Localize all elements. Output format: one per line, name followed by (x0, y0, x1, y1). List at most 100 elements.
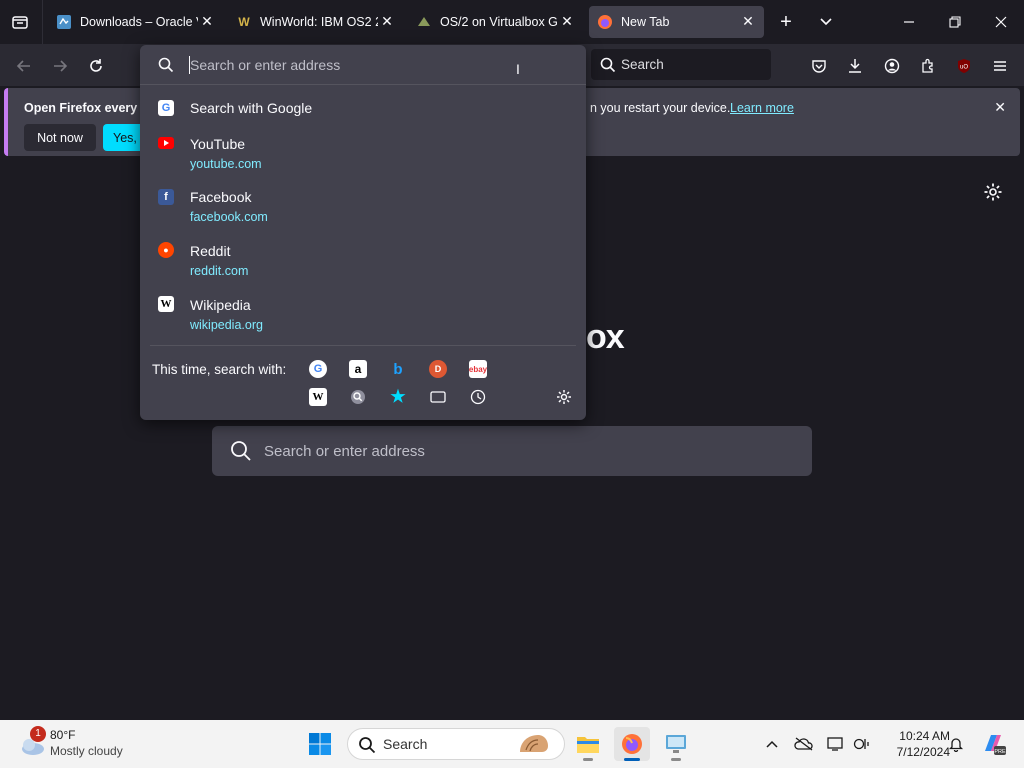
svg-text:PRE: PRE (994, 749, 1006, 755)
settings-gear-icon[interactable] (983, 182, 1003, 205)
search-icon (600, 57, 616, 76)
suggestion-name: Reddit (190, 243, 231, 259)
tab-title: OS/2 on Virtualbox Guide (440, 15, 558, 29)
toolbar-search-box[interactable]: Search (591, 49, 771, 80)
reddit-icon: ● (158, 242, 174, 258)
firefox-wordmark: ox (586, 318, 625, 356)
network-volume-icon[interactable] (852, 734, 872, 754)
copilot-icon[interactable]: PRE (980, 731, 1006, 757)
running-indicator (583, 758, 593, 761)
search-settings-gear-icon[interactable] (555, 388, 573, 406)
suggestion-url: youtube.com (190, 157, 262, 171)
suggestion-url: reddit.com (190, 264, 249, 278)
tab-winworld[interactable]: W WinWorld: IBM OS2 2.1 ✕ (228, 6, 403, 38)
forward-arrow-icon[interactable] (46, 52, 74, 80)
suggestion-name: YouTube (190, 136, 246, 152)
tab-new-tab[interactable]: New Tab ✕ (589, 6, 764, 38)
taskbar-search[interactable]: Search (347, 728, 565, 760)
winworld-favicon-icon: W (238, 15, 250, 29)
firefox-taskbar-icon[interactable] (614, 727, 650, 761)
active-indicator (624, 758, 640, 761)
one-off-search-label: This time, search with: (152, 362, 287, 377)
new-tab-button[interactable]: + (768, 0, 804, 44)
newtab-search-field[interactable]: Search or enter address (212, 426, 812, 476)
toolbar-search-label: Search (621, 57, 664, 72)
tab-title: New Tab (621, 15, 670, 29)
notification-bell-icon[interactable] (946, 734, 966, 754)
taskbar-search-label: Search (383, 736, 428, 752)
extensions-puzzle-icon[interactable] (914, 52, 942, 80)
tab-list-icon[interactable] (10, 12, 30, 32)
close-notification-icon[interactable]: ✕ (994, 99, 1006, 116)
duckduckgo-engine-icon[interactable]: D (429, 360, 447, 378)
search-engine-icon[interactable] (349, 388, 367, 406)
suggestion-reddit[interactable]: ● Reddit reddit.com (140, 236, 586, 286)
reload-icon[interactable] (82, 52, 110, 80)
suggestion-youtube[interactable]: YouTube youtube.com (140, 129, 586, 179)
google-engine-icon[interactable]: G (309, 360, 327, 378)
weather-condition: Mostly cloudy (50, 744, 123, 758)
google-icon: G (158, 100, 174, 116)
mouse-cursor-ibeam: I (516, 61, 520, 77)
weather-widget[interactable]: 1 80°F Mostly cloudy (18, 726, 148, 762)
system-clock[interactable]: 10:24 AM 7/12/2024 (880, 728, 950, 760)
suggestion-name: Wikipedia (190, 297, 251, 313)
close-tab-icon[interactable]: ✕ (559, 13, 575, 29)
downloads-icon[interactable] (841, 52, 869, 80)
onedrive-offline-icon[interactable] (794, 734, 814, 754)
newtab-search-placeholder: Search or enter address (264, 442, 425, 460)
suggestion-url: wikipedia.org (190, 318, 263, 332)
close-tab-icon[interactable]: ✕ (740, 13, 756, 29)
amazon-engine-icon[interactable]: a (349, 360, 367, 378)
divider (150, 345, 576, 346)
close-tab-icon[interactable]: ✕ (379, 13, 395, 29)
learn-more-link[interactable]: Learn more (730, 101, 794, 115)
svg-text:uO: uO (960, 65, 968, 71)
search-highlight-shell-icon (516, 732, 552, 759)
show-hidden-icons-chevron-icon[interactable] (762, 734, 782, 754)
restore-button[interactable] (932, 0, 978, 44)
suggestion-url: facebook.com (190, 210, 268, 224)
close-tab-icon[interactable]: ✕ (199, 13, 215, 29)
bookmarks-star-icon[interactable]: ★ (389, 387, 407, 406)
running-indicator (671, 758, 681, 761)
bing-engine-icon[interactable]: b (389, 360, 407, 378)
tab-os2-guide[interactable]: OS/2 on Virtualbox Guide ✕ (408, 6, 583, 38)
weather-alert-badge: 1 (30, 726, 46, 742)
tab-strip: Downloads – Oracle VM VirtualBox ✕ W Win… (0, 0, 1024, 44)
suggestion-name: Facebook (190, 189, 252, 205)
close-window-button[interactable] (978, 0, 1024, 44)
tabs-icon[interactable] (429, 388, 447, 406)
app-menu-hamburger-icon[interactable] (986, 52, 1014, 80)
clock-date: 7/12/2024 (896, 745, 950, 759)
search-with-google-row[interactable]: G Search with Google (140, 93, 586, 123)
not-now-button[interactable]: Not now (24, 124, 96, 151)
remote-desktop-icon[interactable] (658, 727, 694, 761)
virtualbox-favicon-icon (56, 14, 72, 30)
minimize-button[interactable] (886, 0, 932, 44)
windows-taskbar: 1 80°F Mostly cloudy Search 10:24 AM 7/1… (0, 720, 1024, 768)
file-explorer-icon[interactable] (570, 727, 606, 761)
youtube-icon (158, 135, 174, 151)
back-arrow-icon[interactable] (10, 52, 38, 80)
display-icon[interactable] (826, 734, 846, 754)
notification-message: n you restart your device. (590, 101, 731, 115)
pocket-icon[interactable] (805, 52, 833, 80)
suggestion-facebook[interactable]: f Facebook facebook.com (140, 182, 586, 232)
search-icon (358, 736, 376, 757)
firefox-favicon-icon (597, 14, 613, 30)
tab-title: WinWorld: IBM OS2 2.1 (260, 15, 378, 29)
weather-temperature: 80°F (50, 728, 76, 742)
suggestion-wikipedia[interactable]: W Wikipedia wikipedia.org (140, 290, 586, 340)
wikipedia-engine-icon[interactable]: W (309, 388, 327, 406)
address-placeholder: Search or enter address (190, 57, 341, 73)
start-button[interactable] (302, 727, 338, 761)
ublock-origin-icon[interactable]: uO (950, 52, 978, 80)
notification-title: Open Firefox every time (24, 101, 144, 115)
ebay-engine-icon[interactable]: ebay (469, 360, 487, 378)
history-clock-icon[interactable] (469, 388, 487, 406)
account-icon[interactable] (878, 52, 906, 80)
search-icon (158, 57, 174, 76)
list-all-tabs-chevron-icon[interactable] (808, 0, 844, 44)
tab-virtualbox-downloads[interactable]: Downloads – Oracle VM VirtualBox ✕ (48, 6, 223, 38)
